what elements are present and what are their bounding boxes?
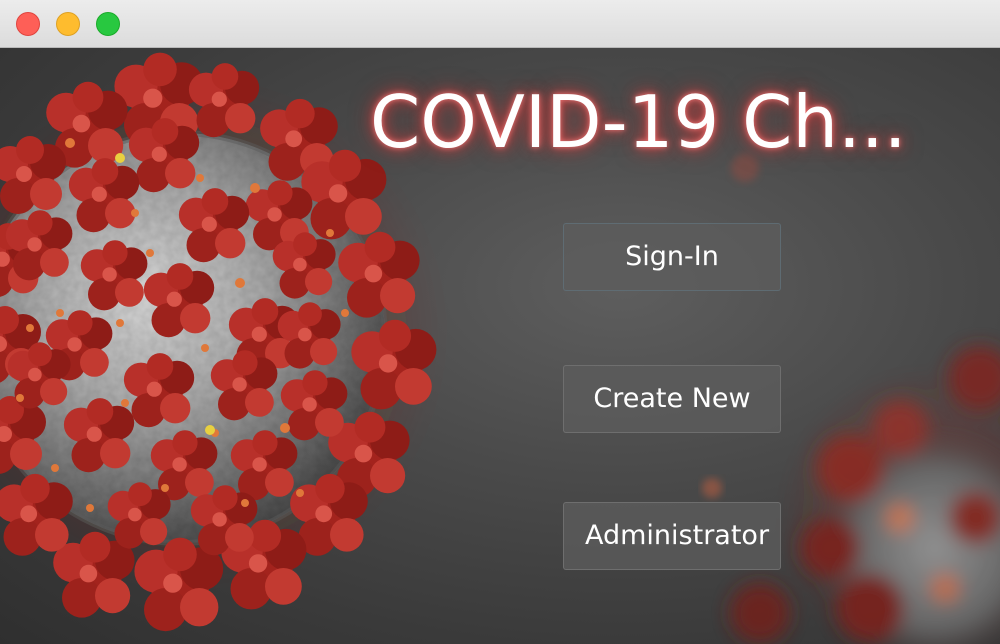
title-bar[interactable] bbox=[0, 0, 1000, 48]
create-new-button[interactable]: Create New bbox=[563, 365, 781, 433]
sign-in-button-label: Sign-In bbox=[625, 241, 719, 272]
administrator-button[interactable]: Administrator bbox=[563, 502, 781, 570]
minimize-window-icon[interactable] bbox=[56, 12, 80, 36]
main-panel: COVID-19 Ch... Sign-In Create New Admini… bbox=[0, 48, 1000, 644]
zoom-window-icon[interactable] bbox=[96, 12, 120, 36]
create-new-button-label: Create New bbox=[593, 383, 751, 414]
sign-in-button[interactable]: Sign-In bbox=[563, 223, 781, 291]
app-title: COVID-19 Ch... bbox=[370, 80, 907, 164]
app-window: COVID-19 Ch... Sign-In Create New Admini… bbox=[0, 0, 1000, 644]
administrator-button-label: Administrator bbox=[585, 520, 770, 551]
close-window-icon[interactable] bbox=[16, 12, 40, 36]
